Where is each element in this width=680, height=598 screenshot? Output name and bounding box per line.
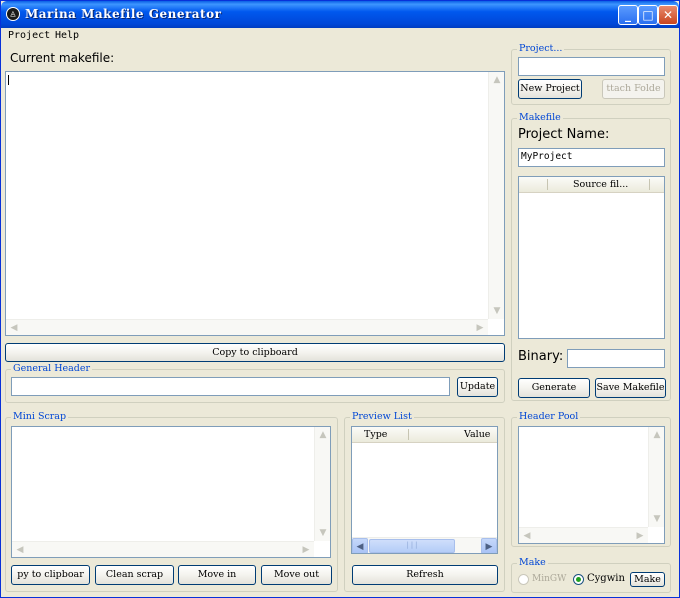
mini-scrap-vscrollbar[interactable]: ▲ ▼ xyxy=(314,427,330,541)
cygwin-label: Cygwin xyxy=(587,573,625,584)
scroll-left-icon[interactable]: ◀ xyxy=(6,320,22,335)
column-separator[interactable] xyxy=(649,179,650,190)
project-name-label: Project Name: xyxy=(518,127,610,142)
makefile-vscrollbar[interactable]: ▲ ▼ xyxy=(488,72,504,319)
column-separator[interactable] xyxy=(547,179,548,190)
app-window: ◬ Marina Makefile Generator _ □ ✕ Projec… xyxy=(0,0,680,598)
general-header-title: General Header xyxy=(11,363,93,374)
radio-selected-dot xyxy=(576,577,581,582)
mini-scrap-group: Mini Scrap ▲ ▼ ◀ ▶ py to clipboar Clean … xyxy=(5,411,338,592)
move-in-button[interactable]: Move in xyxy=(178,565,256,585)
scroll-up-icon[interactable]: ▲ xyxy=(489,72,504,88)
column-value[interactable]: Value xyxy=(464,427,490,443)
column-type[interactable]: Type xyxy=(364,427,387,443)
update-button[interactable]: Update xyxy=(457,377,498,397)
header-pool-group: Header Pool ▲ ▼ ◀ ▶ xyxy=(511,411,671,547)
general-header-group: General Header Update xyxy=(5,363,505,403)
makefile-hscrollbar[interactable]: ◀ ▶ xyxy=(6,319,488,335)
project-path-input[interactable] xyxy=(518,57,665,76)
cygwin-radio[interactable] xyxy=(573,574,584,585)
makefile-group-title: Makefile xyxy=(517,112,563,123)
scrap-copy-button[interactable]: py to clipboar xyxy=(11,565,90,585)
text-cursor xyxy=(8,75,9,85)
source-files-header: Source fil... xyxy=(519,177,664,193)
scroll-thumb[interactable]: ||| xyxy=(369,539,455,553)
source-files-list[interactable]: Source fil... xyxy=(518,176,665,339)
column-separator[interactable] xyxy=(408,429,409,440)
scroll-right-icon[interactable]: ▶ xyxy=(481,538,497,553)
scroll-down-icon[interactable]: ▼ xyxy=(489,303,504,319)
project-group: Project... New Project ttach Folde xyxy=(511,43,671,105)
project-name-input[interactable]: MyProject xyxy=(518,148,665,167)
makefile-group: Makefile Project Name: MyProject Source … xyxy=(511,112,671,401)
binary-input[interactable] xyxy=(567,349,665,368)
scroll-down-icon[interactable]: ▼ xyxy=(649,511,664,527)
scroll-up-icon[interactable]: ▲ xyxy=(649,427,664,443)
clean-scrap-button[interactable]: Clean scrap xyxy=(95,565,174,585)
scroll-left-icon[interactable]: ◀ xyxy=(519,528,535,543)
make-title: Make xyxy=(517,557,548,568)
header-pool-vscrollbar[interactable]: ▲ ▼ xyxy=(648,427,664,527)
scroll-up-icon[interactable]: ▲ xyxy=(315,427,330,443)
new-project-button[interactable]: New Project xyxy=(518,79,582,99)
make-button[interactable]: Make xyxy=(630,572,665,587)
copy-to-clipboard-button[interactable]: Copy to clipboard xyxy=(5,343,505,362)
menu-help[interactable]: Help xyxy=(55,30,79,41)
scroll-down-icon[interactable]: ▼ xyxy=(315,525,330,541)
preview-list-group: Preview List Type Value ◀ ||| ▶ Refresh xyxy=(344,411,505,592)
mini-scrap-textarea[interactable]: ▲ ▼ ◀ ▶ xyxy=(11,426,331,558)
scroll-left-icon[interactable]: ◀ xyxy=(12,542,28,557)
close-button[interactable]: ✕ xyxy=(658,5,678,25)
preview-list-header: Type Value xyxy=(352,427,497,443)
makefile-textarea[interactable]: ▲ ▼ ◀ ▶ xyxy=(5,71,505,336)
menu-bar: Project Help xyxy=(1,28,679,44)
mingw-label: MinGW xyxy=(532,574,567,584)
refresh-button[interactable]: Refresh xyxy=(352,565,498,585)
general-header-input[interactable] xyxy=(11,377,450,396)
mini-scrap-hscrollbar[interactable]: ◀ ▶ xyxy=(12,541,314,557)
preview-list-title: Preview List xyxy=(350,411,414,422)
mini-scrap-title: Mini Scrap xyxy=(11,411,69,422)
generate-button[interactable]: Generate xyxy=(518,378,590,398)
scroll-right-icon[interactable]: ▶ xyxy=(632,528,648,543)
minimize-button[interactable]: _ xyxy=(618,5,638,25)
header-pool-title: Header Pool xyxy=(517,411,581,422)
scroll-right-icon[interactable]: ▶ xyxy=(298,542,314,557)
scroll-left-icon[interactable]: ◀ xyxy=(352,538,368,553)
header-pool-hscrollbar[interactable]: ◀ ▶ xyxy=(519,527,648,543)
mingw-radio[interactable] xyxy=(518,574,529,585)
menu-project[interactable]: Project xyxy=(8,30,50,41)
app-icon: ◬ xyxy=(6,7,20,21)
maximize-button[interactable]: □ xyxy=(638,5,658,25)
preview-list-hscrollbar[interactable]: ◀ ||| ▶ xyxy=(352,537,497,553)
scroll-right-icon[interactable]: ▶ xyxy=(472,320,488,335)
header-pool-textarea[interactable]: ▲ ▼ ◀ ▶ xyxy=(518,426,665,544)
project-title: Project... xyxy=(517,43,565,54)
current-makefile-label: Current makefile: xyxy=(10,51,115,65)
binary-label: Binary: xyxy=(518,349,564,364)
move-out-button[interactable]: Move out xyxy=(261,565,332,585)
save-makefile-button[interactable]: Save Makefile xyxy=(595,378,666,398)
attach-folder-button[interactable]: ttach Folde xyxy=(602,79,665,99)
window-title: Marina Makefile Generator xyxy=(25,7,222,21)
make-group: Make MinGW Cygwin Make xyxy=(511,557,671,593)
title-bar[interactable]: ◬ Marina Makefile Generator _ □ ✕ xyxy=(1,1,679,28)
preview-list-table[interactable]: Type Value ◀ ||| ▶ xyxy=(351,426,498,554)
column-source-files[interactable]: Source fil... xyxy=(573,177,628,193)
